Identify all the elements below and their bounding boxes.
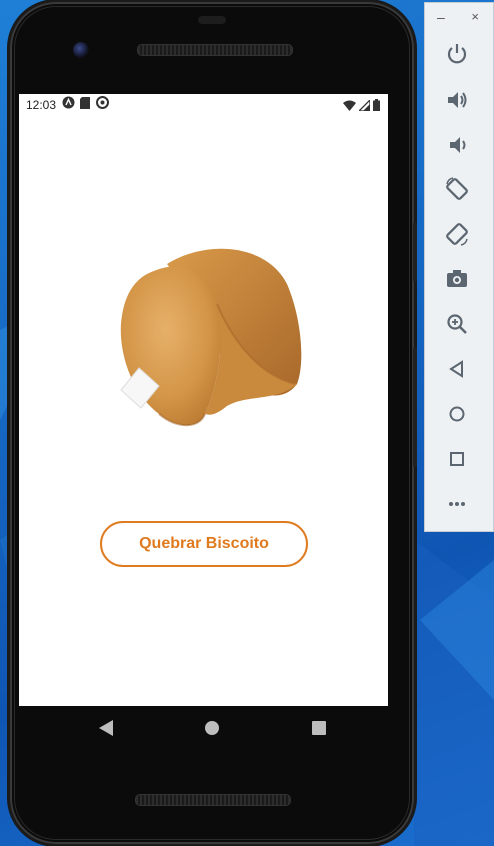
emulator-toolbar-header: – × [425, 9, 493, 27]
status-bar: 12:03 [19, 94, 388, 116]
home-icon[interactable] [444, 401, 470, 427]
back-icon[interactable] [99, 720, 113, 741]
screenshot-icon[interactable] [444, 266, 470, 292]
front-camera [73, 42, 89, 58]
volume-down-icon[interactable] [444, 132, 470, 158]
rotate-right-icon[interactable] [444, 221, 470, 247]
phone-screen: 12:03 Quebrar Biscoito [19, 94, 388, 706]
status-indicators [343, 98, 380, 116]
rotate-left-icon[interactable] [444, 176, 470, 202]
overview-icon[interactable] [444, 446, 470, 472]
status-time: 12:03 [26, 98, 57, 112]
earpiece [198, 16, 226, 24]
home-icon[interactable] [205, 721, 219, 740]
android-nav-bar [19, 706, 388, 752]
close-button[interactable]: × [471, 9, 479, 24]
zoom-icon[interactable] [444, 311, 470, 337]
top-speaker [137, 44, 293, 56]
more-icon[interactable] [444, 491, 470, 517]
fortune-cookie-image [120, 248, 302, 427]
back-icon[interactable] [444, 356, 470, 382]
emulator-toolbar: – × [424, 2, 494, 532]
break-cookie-button[interactable]: Quebrar Biscoito [100, 521, 308, 567]
sd-card-icon [80, 96, 91, 114]
signal-icon [357, 98, 371, 116]
minimize-button[interactable]: – [437, 9, 445, 25]
side-button [413, 222, 417, 282]
android-notification-icon [62, 96, 75, 114]
recents-icon[interactable] [312, 721, 326, 740]
bottom-speaker [135, 794, 291, 806]
wifi-icon [343, 98, 356, 116]
volume-up-icon[interactable] [444, 87, 470, 113]
sync-icon [96, 96, 110, 114]
power-icon[interactable] [444, 41, 470, 67]
side-button [413, 347, 417, 467]
battery-icon [373, 98, 380, 116]
